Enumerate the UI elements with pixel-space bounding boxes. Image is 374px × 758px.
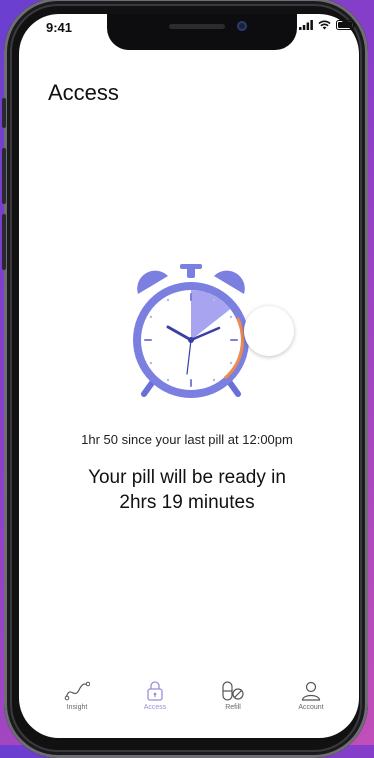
last-pill-text: 1hr 50 since your last pill at 12:00pm	[81, 432, 293, 447]
status-time: 9:41	[46, 20, 73, 35]
tab-label: Account	[298, 704, 324, 711]
front-camera	[237, 21, 247, 31]
status-icons	[299, 20, 356, 30]
insight-icon	[64, 681, 90, 701]
volume-up-button	[2, 148, 6, 204]
tab-insight[interactable]: Insight	[48, 680, 106, 730]
tab-label: Insight	[66, 704, 88, 711]
tab-account[interactable]: Account	[282, 680, 340, 730]
tab-refill[interactable]: Refill	[204, 680, 262, 730]
pill-ready-countdown: 2hrs 19 minutes	[119, 492, 255, 513]
notch	[107, 14, 297, 50]
lock-icon	[147, 681, 163, 701]
timer-handle[interactable]	[244, 306, 294, 356]
volume-down-button	[2, 214, 6, 270]
signal-icon	[299, 20, 313, 30]
tab-label: Access	[143, 704, 167, 711]
account-icon	[301, 681, 321, 701]
speaker	[169, 24, 225, 29]
page-title: Access	[48, 80, 119, 105]
pill-ready-line: Your pill will be ready in	[88, 467, 286, 488]
bottom-tab-bar: Insight Access Refill Account	[48, 680, 340, 730]
mute-switch	[2, 98, 6, 128]
wifi-icon	[318, 20, 331, 30]
battery-icon	[336, 20, 356, 30]
tab-label: Refill	[225, 704, 241, 711]
tab-access[interactable]: Access	[126, 680, 184, 730]
pill-ready-text: Your pill will be ready in 2hrs 19 minut…	[60, 465, 314, 515]
pill-refill-icon	[222, 681, 244, 701]
